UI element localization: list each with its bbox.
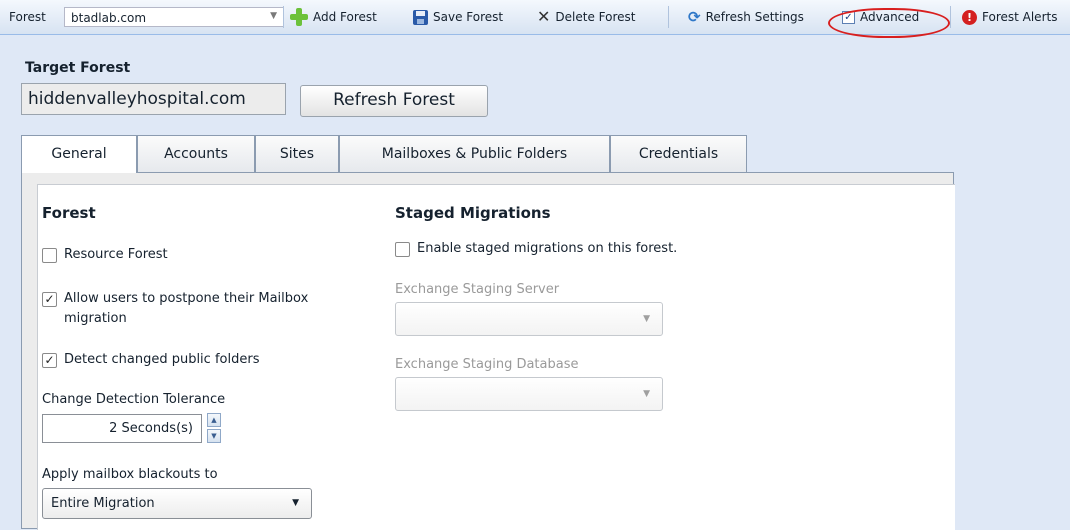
checkmark-icon: ✓ [42, 353, 57, 368]
detect-changed-checkbox[interactable]: ✓ Detect changed public folders [42, 350, 259, 370]
target-forest-field: hiddenvalleyhospital.com [21, 83, 286, 115]
chevron-down-icon: ▼ [292, 498, 299, 508]
tolerance-stepper[interactable]: ▲ ▼ [207, 413, 221, 443]
refresh-icon: ⟳ [688, 8, 701, 26]
staged-migrations-heading: Staged Migrations [395, 204, 551, 222]
allow-postpone-label: Allow users to postpone their Mailbox mi… [64, 289, 308, 329]
refresh-forest-button[interactable]: Refresh Forest [300, 85, 488, 117]
checkbox-icon [395, 242, 410, 257]
tab-sites[interactable]: Sites [255, 135, 339, 172]
plus-icon [290, 8, 308, 26]
chevron-down-icon: ▼ [270, 11, 277, 21]
staging-server-label: Exchange Staging Server [395, 282, 560, 297]
add-forest-label: Add Forest [313, 10, 377, 24]
forest-alerts-button[interactable]: ! Forest Alerts [962, 0, 1057, 34]
tolerance-label: Change Detection Tolerance [42, 392, 226, 407]
chevron-down-icon: ▼ [643, 389, 650, 399]
enable-staged-label: Enable staged migrations on this forest. [417, 241, 678, 256]
refresh-settings-label: Refresh Settings [705, 10, 804, 24]
blackouts-label: Apply mailbox blackouts to [42, 467, 218, 482]
detect-changed-label: Detect changed public folders [64, 352, 260, 367]
toolbar-separator [950, 6, 951, 28]
blackouts-select-value: Entire Migration [51, 496, 155, 511]
target-forest-heading: Target Forest [25, 60, 131, 76]
allow-postpone-checkbox[interactable]: ✓ Allow users to postpone their Mailbox … [42, 289, 308, 329]
staging-database-select[interactable]: ▼ [395, 377, 663, 411]
checkmark-icon: ✓ [42, 292, 57, 307]
staging-database-label: Exchange Staging Database [395, 357, 579, 372]
chevron-up-icon[interactable]: ▲ [207, 413, 221, 427]
delete-forest-label: Delete Forest [555, 10, 636, 24]
blackouts-select[interactable]: Entire Migration ▼ [42, 488, 312, 519]
alert-icon: ! [962, 9, 977, 25]
forest-section-heading: Forest [42, 204, 96, 222]
tab-mailboxes-public-folders[interactable]: Mailboxes & Public Folders [339, 135, 610, 172]
forest-select[interactable]: btadlab.com ▼ [64, 7, 284, 27]
save-forest-button[interactable]: Save Forest [413, 0, 503, 34]
tab-accounts[interactable]: Accounts [137, 135, 255, 172]
staging-server-select[interactable]: ▼ [395, 302, 663, 336]
chevron-down-icon[interactable]: ▼ [207, 429, 221, 443]
checkbox-icon [42, 248, 57, 263]
save-forest-label: Save Forest [433, 10, 504, 24]
refresh-settings-button[interactable]: ⟳ Refresh Settings [688, 0, 804, 34]
forest-label: Forest [9, 10, 46, 24]
tab-general[interactable]: General [21, 135, 137, 173]
forest-alerts-label: Forest Alerts [982, 10, 1058, 24]
add-forest-button[interactable]: Add Forest [290, 0, 377, 34]
close-icon: ✕ [537, 7, 551, 26]
allow-postpone-label-line2: migration [64, 311, 127, 326]
allow-postpone-label-line1: Allow users to postpone their Mailbox [64, 291, 309, 306]
forest-select-value: btadlab.com [71, 11, 147, 25]
chevron-down-icon: ▼ [643, 314, 650, 324]
toolbar-separator [283, 6, 284, 28]
save-icon [413, 9, 428, 25]
resource-forest-checkbox[interactable]: Resource Forest [42, 245, 168, 265]
delete-forest-button[interactable]: ✕ Delete Forest [537, 0, 635, 34]
tolerance-input[interactable]: 2 Seconds(s) [42, 414, 202, 443]
highlight-annotation [828, 8, 950, 38]
toolbar-separator [668, 6, 669, 28]
resource-forest-label: Resource Forest [64, 247, 168, 262]
tab-credentials[interactable]: Credentials [610, 135, 747, 172]
enable-staged-checkbox[interactable]: Enable staged migrations on this forest. [395, 239, 677, 259]
